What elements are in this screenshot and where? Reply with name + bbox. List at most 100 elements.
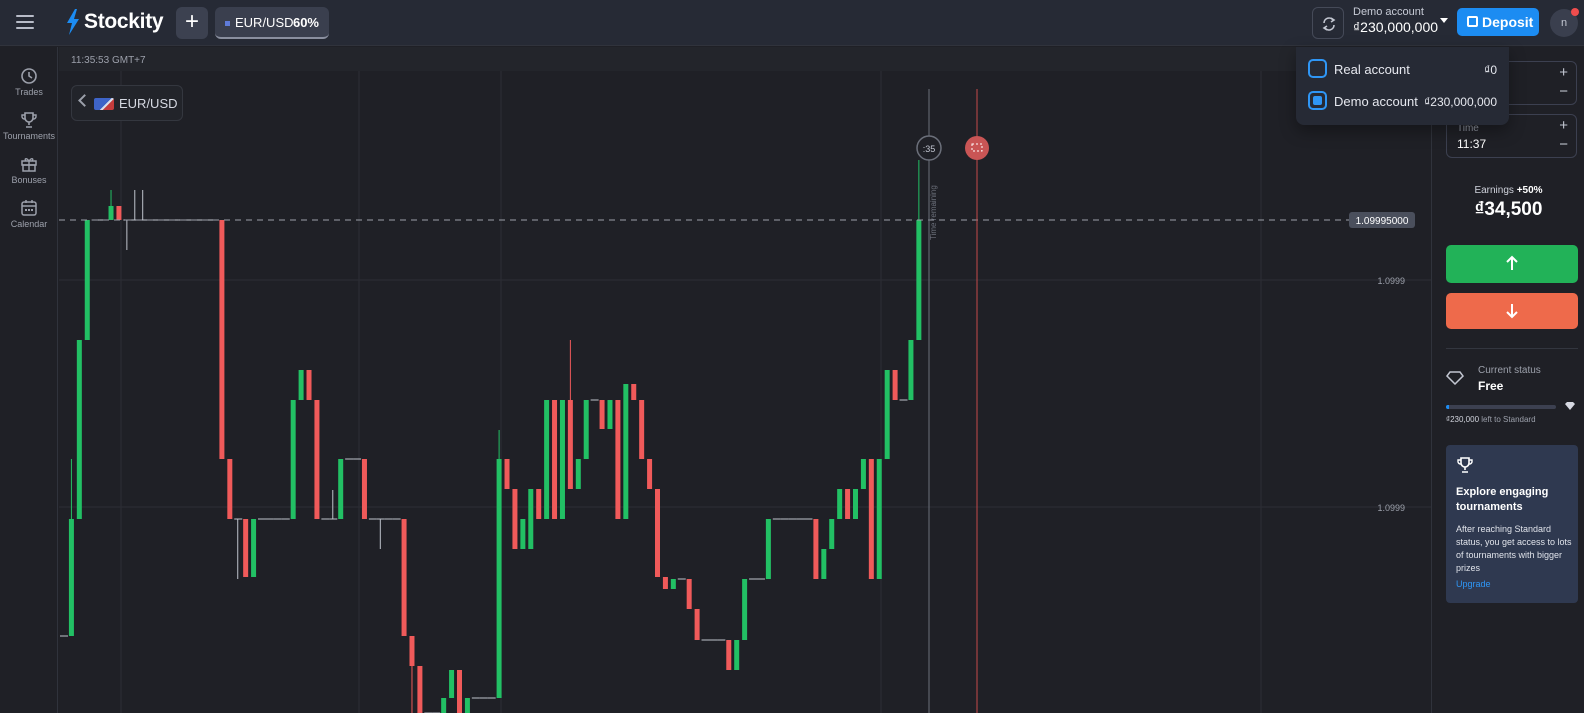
candle-body [853, 489, 858, 519]
account-option-demo[interactable]: Demo account ₫230,000,000 [1296, 85, 1509, 115]
diamond-outline-icon [1446, 371, 1464, 385]
asset-selector[interactable]: EUR/USD [71, 85, 183, 121]
candle-body [417, 666, 423, 713]
candle-body [868, 459, 874, 579]
flag-icon [225, 21, 230, 26]
sidebar-item-label: Tournaments [2, 131, 56, 141]
sidebar-item-bonuses[interactable]: Bonuses [0, 155, 58, 185]
status-progress-text: ₫230,000 left to Standard [1446, 415, 1536, 424]
earnings-percent: +50% [1516, 185, 1543, 196]
radio-demo-account[interactable] [1308, 91, 1327, 110]
asset-tab-eurusd[interactable]: EUR/USD 60% [215, 7, 329, 39]
countdown-label: :35 [923, 144, 936, 154]
candle-body [290, 400, 296, 519]
trophy-icon [1457, 457, 1473, 473]
candle-body [361, 459, 367, 519]
account-switcher[interactable]: Demo account ₫230,000,000 [1353, 6, 1438, 35]
candle-body [765, 519, 771, 579]
buy-up-button[interactable] [1446, 245, 1578, 283]
brand-logo[interactable]: Stockity [66, 9, 164, 35]
asset-tab-name: EUR/USD [235, 15, 294, 30]
candle-body [552, 400, 558, 519]
candle-body [464, 698, 470, 713]
candle-body [68, 519, 74, 636]
eu-us-flag-icon [94, 98, 114, 110]
sidebar-item-trades[interactable]: Trades [0, 67, 58, 97]
asset-tab-payout: 60% [292, 15, 319, 30]
candle-body [528, 489, 534, 549]
time-minus-button[interactable]: − [1559, 136, 1568, 153]
sidebar-item-tournaments[interactable]: Tournaments [0, 111, 58, 141]
earnings-label: Earnings +50% [1432, 185, 1584, 196]
arrow-down-icon [1506, 304, 1518, 319]
sidebar-item-label: Calendar [10, 219, 48, 229]
account-option-name: Real account [1334, 62, 1410, 77]
radio-real-account[interactable] [1308, 59, 1327, 78]
account-option-real[interactable]: Real account ₫0 [1296, 53, 1509, 83]
candle-body [575, 459, 581, 489]
candle-body [686, 579, 692, 609]
refresh-icon [1322, 17, 1336, 31]
menu-icon[interactable] [16, 14, 34, 30]
trading-app: Stockity + EUR/USD 60% Demo account ₫230… [0, 0, 1584, 713]
clock-icon [21, 68, 37, 84]
amount-minus-button[interactable]: − [1559, 83, 1568, 100]
candle-body [520, 519, 526, 549]
deposit-label: Deposit [1482, 14, 1534, 30]
time-plus-button[interactable]: + [1559, 117, 1568, 134]
sidebar-item-calendar[interactable]: Calendar [0, 199, 58, 229]
candle-body [401, 519, 407, 636]
candle-body [599, 400, 605, 429]
candle-body [449, 670, 455, 698]
candle-body [504, 459, 510, 489]
sidebar-item-label: Trades [15, 87, 43, 97]
price-chart[interactable]: 11:35:53 GMT+7 1.09995000 1.0999 1.0999:35… [59, 47, 1431, 713]
refresh-balance-button[interactable] [1312, 7, 1344, 39]
account-option-name: Demo account [1334, 94, 1418, 109]
earnings-value: ₫34,500 [1474, 199, 1543, 220]
top-bar: Stockity + EUR/USD 60% Demo account ₫230… [0, 0, 1584, 46]
avatar-initial: n [1560, 17, 1568, 29]
upgrade-link[interactable]: Upgrade [1456, 579, 1491, 589]
candle-body [76, 340, 82, 519]
caret-down-icon[interactable] [1440, 18, 1448, 23]
candle-body [116, 206, 122, 220]
avatar[interactable]: n [1550, 8, 1579, 37]
trade-panel: + − Time 11:37 + − Earnings +50% ₫34,500 [1431, 47, 1584, 713]
candle-body [409, 636, 415, 666]
candle-body [876, 459, 882, 579]
add-asset-button[interactable]: + [176, 7, 208, 39]
candle-body [694, 609, 700, 640]
candle-body [647, 459, 653, 489]
candle-body [734, 640, 740, 670]
candle-body [639, 400, 645, 459]
finish-flag-icon [965, 136, 989, 160]
candle-body [243, 519, 249, 577]
candle-body [306, 370, 312, 400]
notification-dot [1571, 8, 1579, 16]
candle-body [655, 489, 660, 577]
amount-plus-button[interactable]: + [1559, 64, 1568, 81]
deposit-button[interactable]: Deposit [1457, 8, 1539, 36]
candle-body [916, 220, 922, 340]
candle-body [662, 577, 668, 589]
time-value[interactable]: 11:37 [1457, 137, 1486, 151]
divider [1446, 348, 1578, 349]
promo-title: Explore engaging tournaments [1456, 486, 1549, 513]
status-progress-fill [1446, 405, 1450, 409]
sell-down-button[interactable] [1446, 293, 1578, 329]
candle-body [908, 340, 914, 400]
candle-body [623, 384, 629, 519]
candle-body [314, 400, 320, 519]
candle-body [837, 489, 843, 519]
brand-name: Stockity [84, 10, 164, 33]
candle-body [670, 579, 676, 589]
lightning-logo-icon [67, 9, 79, 35]
candle-body [441, 698, 447, 713]
candlestick-chart[interactable]: 1.09995000 1.0999 1.0999:35 Time remaining [59, 71, 1431, 713]
candle-body [845, 489, 851, 519]
asset-selector-name: EUR/USD [119, 96, 178, 111]
candle-body [813, 519, 819, 579]
candle-body [219, 220, 225, 459]
account-option-amount: ₫0 [1484, 63, 1497, 77]
